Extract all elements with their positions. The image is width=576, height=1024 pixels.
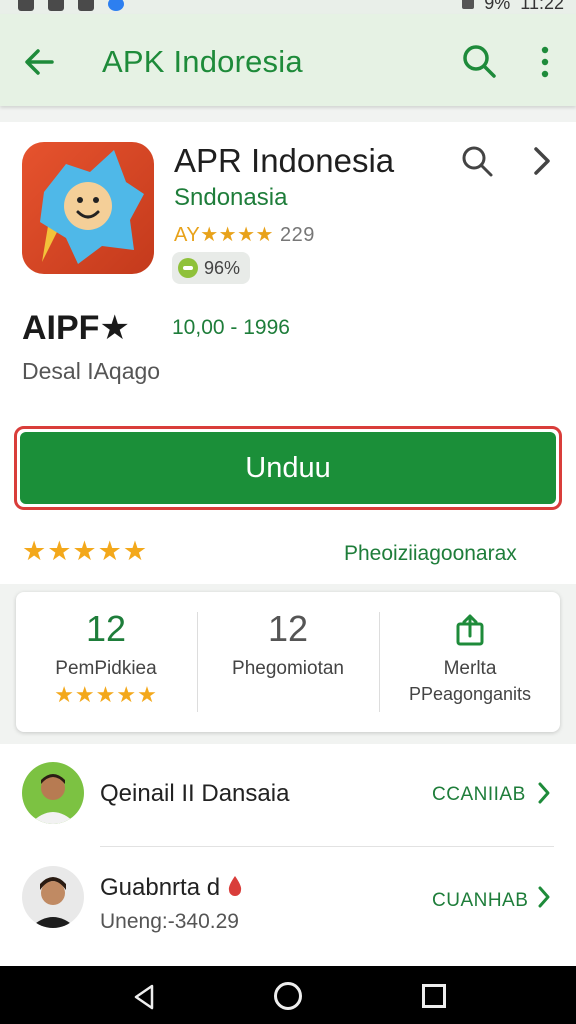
reviews-link[interactable]: Pheoiziiagoonarax: [344, 542, 517, 566]
install-button-frame: Unduu: [14, 426, 562, 510]
list-item-action[interactable]: CCANIIAB: [432, 784, 526, 806]
stat-stars: ★★★★★: [54, 682, 158, 707]
notification-icon: [18, 0, 34, 11]
messenger-icon: [108, 0, 124, 11]
clock: 11:22: [520, 0, 564, 13]
app-name: APR Indonesia: [174, 142, 395, 179]
rating-stars: ★★★★: [200, 224, 274, 246]
stat-downloads[interactable]: 12 Phegomiotan: [198, 592, 378, 732]
app-rating: AY★★★★ 229: [174, 222, 315, 247]
chevron-right-icon: [538, 782, 550, 804]
stat-ratings[interactable]: 12 PemPidkiea ★★★★★: [16, 592, 196, 732]
stat-value: 12: [267, 608, 309, 649]
compat-badge-label: 96%: [204, 257, 241, 278]
rating-prefix: AY: [174, 224, 201, 246]
drop-icon: [228, 876, 241, 896]
nav-back-icon[interactable]: [132, 984, 156, 1010]
list-item[interactable]: Qeinail II Dansaia CCANIIAB: [0, 744, 576, 844]
chevron-right-icon: [538, 886, 550, 908]
install-button[interactable]: Unduu: [20, 432, 556, 504]
notification-icon: [48, 0, 64, 11]
signal-icon: [462, 0, 475, 9]
content-rating-sub: Desal IAqago: [22, 358, 161, 384]
stat-label: Merlta: [443, 658, 497, 679]
stat-label-secondary: PPeagonganits: [408, 684, 532, 704]
chevron-right-icon[interactable]: [528, 144, 554, 178]
status-bar: 9% 11:22: [0, 0, 576, 14]
rating-stars-row: ★★★★★: [22, 536, 149, 566]
list-item[interactable]: Guabnrta d Uneng:-340.29 CUANHAB: [0, 848, 576, 948]
list-item-subtitle: Uneng:-340.29: [100, 910, 239, 933]
rating-count: 229: [279, 224, 315, 246]
arrow-left-icon[interactable]: [22, 44, 58, 80]
stat-value: 12: [85, 608, 127, 649]
stat-share[interactable]: Merlta PPeagonganits: [380, 592, 560, 732]
developer-name[interactable]: Sndonasia: [174, 184, 287, 212]
battery-level: 9%: [484, 0, 511, 13]
nav-recents-icon[interactable]: [422, 984, 446, 1008]
avatar: [22, 762, 84, 824]
nav-home-icon[interactable]: [274, 982, 302, 1010]
list-item-title: Qeinail II Dansaia: [100, 780, 290, 807]
more-vert-icon[interactable]: [536, 44, 554, 80]
stats-card: 12 PemPidkiea ★★★★★ 12 Phegomiotan Merlt…: [16, 592, 560, 732]
related-list: Qeinail II Dansaia CCANIIAB Guabnrta d U…: [0, 744, 576, 966]
stat-label: Phegomiotan: [232, 658, 344, 679]
app-bar: APK Indoresia: [0, 14, 576, 106]
android-icon: [178, 258, 198, 278]
app-icon: [22, 142, 154, 274]
search-icon[interactable]: [460, 42, 498, 80]
app-details-card: APR Indonesia Sndonasia AY★★★★ 229 96% A…: [0, 122, 576, 584]
system-nav-bar: [0, 966, 576, 1024]
app-bar-title: APK Indoresia: [102, 44, 303, 79]
list-item-title-text: Guabnrta d: [100, 874, 221, 901]
compat-badge: 96%: [172, 252, 251, 284]
avatar: [22, 866, 84, 928]
content-rating-label: AIPF★: [22, 309, 130, 347]
notification-icon: [78, 0, 94, 11]
divider: [100, 846, 554, 847]
install-range: 10,00 - 1996: [172, 316, 290, 339]
stat-label: PemPidkiea: [55, 658, 157, 679]
share-icon: [456, 614, 484, 646]
list-item-action[interactable]: CUANHAB: [432, 890, 528, 912]
search-icon[interactable]: [460, 144, 494, 178]
list-item-title: Guabnrta d: [100, 874, 243, 902]
